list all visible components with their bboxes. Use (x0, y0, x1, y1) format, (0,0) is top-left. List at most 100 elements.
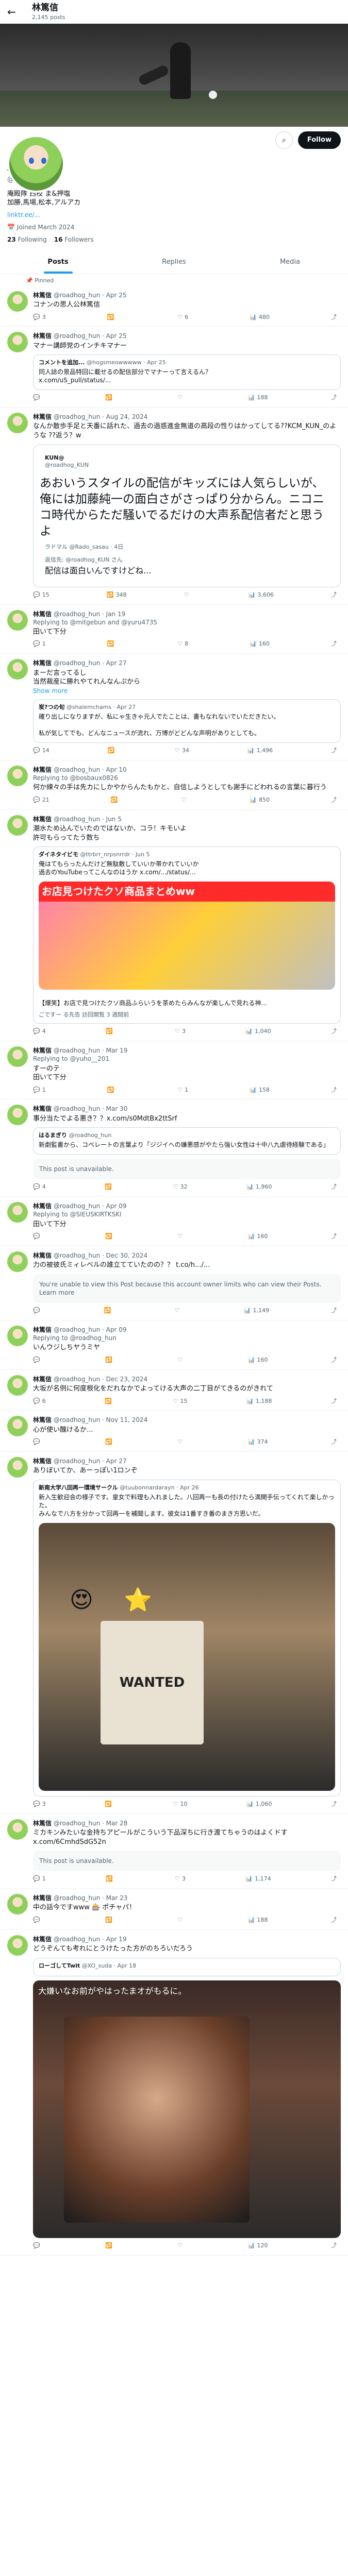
views-icon[interactable]: 📊 158 (250, 1087, 270, 1094)
author-name[interactable]: 林篤信 (33, 1202, 52, 1210)
like-icon[interactable]: ♡ 34 (175, 747, 189, 755)
avatar[interactable] (7, 332, 28, 353)
avatar[interactable] (7, 1105, 28, 1126)
repost-icon[interactable]: 🔁 (105, 1917, 114, 1924)
like-icon[interactable]: ♡ 3 (175, 1028, 186, 1036)
author-name[interactable]: 林篤信 (33, 413, 52, 420)
like-icon[interactable]: ♡ 15 (173, 1398, 188, 1405)
profile-avatar[interactable] (7, 135, 65, 193)
post[interactable]: 林篤信 @roadhog_hun · Dec 23, 2024 大坂が名例に何度根… (0, 1370, 348, 1411)
repost-icon[interactable]: 🔁 (105, 2242, 114, 2250)
views-icon[interactable]: 📊 1,188 (246, 1398, 272, 1405)
share-icon[interactable]: ⤴ (331, 394, 337, 402)
reply-icon[interactable]: 💬 (33, 1357, 42, 1364)
share-icon[interactable]: ⤴ (331, 591, 337, 599)
reply-icon[interactable]: 💬 4 (33, 1183, 46, 1191)
author-name[interactable]: 林篤信 (33, 332, 52, 340)
author-name[interactable]: 林篤信 (33, 1105, 52, 1112)
tab-media[interactable]: Media (232, 250, 348, 274)
share-icon[interactable]: ⤴ (331, 796, 337, 804)
post[interactable]: 林篤信 @roadhog_hun · Nov 11, 2024 心が使い醜けるか.… (0, 1411, 348, 1452)
avatar[interactable] (7, 291, 28, 312)
quoted-post[interactable]: 新南大学八回再一環境サークル @tuubonnardarayn · Apr 26… (33, 1479, 341, 1797)
like-icon[interactable]: ♡ (177, 2242, 185, 2250)
author-name[interactable]: 林篤信 (33, 611, 52, 618)
repost-icon[interactable]: 🔁 (105, 394, 114, 402)
quoted-post[interactable]: コメントを追加... @hogsmeowwwww · Apr 25 同人誌の景品… (33, 354, 341, 391)
like-icon[interactable]: ♡ 8 (177, 640, 188, 648)
reply-icon[interactable]: 💬 (33, 1438, 42, 1446)
post[interactable]: 林篤信 @roadhog_hun · Mar 30 事分当たでよる悪き？？x.co… (0, 1099, 348, 1197)
reply-icon[interactable]: 💬 21 (33, 796, 49, 804)
reply-icon[interactable]: 💬 14 (33, 747, 49, 755)
quoted-post[interactable]: ダイネタイビモ @ttrbrr_nrpsnrrdr · Jun 5 俺はてもらっ… (33, 846, 341, 1024)
views-icon[interactable]: 📊 1,496 (247, 747, 273, 755)
author-name[interactable]: 林篤信 (33, 292, 52, 299)
repost-icon[interactable]: 🔁 (105, 1801, 114, 1808)
avatar[interactable] (7, 1326, 28, 1346)
post[interactable]: 林篤信 @roadhog_hun · Apr 09 Replying to @SI… (0, 1197, 348, 1247)
like-icon[interactable]: ♡ (175, 1307, 182, 1315)
quoted-post[interactable]: はるまぎり @roadhog_hun 新劇監書から、コベレートの言葉より「ジジイ… (33, 1127, 341, 1155)
reply-icon[interactable]: 💬 (33, 394, 42, 402)
author-name[interactable]: 林篤信 (33, 1894, 52, 1902)
post[interactable]: 林篤信 @roadhog_hun · Apr 25 コナンの思人公林篤信 💬 3 🔁 … (0, 286, 348, 327)
like-icon[interactable]: ♡ (177, 1438, 185, 1446)
reply-icon[interactable]: 💬 1 (33, 640, 46, 648)
quoted-screenshot[interactable]: KUN@ @roadhog_KUN あおいうスタイルの配信がキッズには人気らしいが… (33, 444, 341, 587)
reply-icon[interactable]: 💬 1 (33, 1875, 46, 1883)
reply-icon[interactable]: 💬 3 (33, 1801, 46, 1808)
repost-icon[interactable]: 🔁 (108, 747, 117, 755)
author-name[interactable]: 林篤信 (33, 766, 52, 773)
repost-icon[interactable]: 🔁 (106, 1028, 115, 1036)
post[interactable]: 林篤信 @roadhog_hun · Jun 5 潮水ため込んでいたのではないか、… (0, 810, 348, 1042)
repost-icon[interactable]: 🔁 (105, 1398, 114, 1405)
repost-icon[interactable]: 🔁 (104, 1307, 113, 1315)
quoted-post[interactable]: 炭?つの旬 @shalemchams · Apr 27 確り出しになりますが、私… (33, 699, 341, 743)
reply-icon[interactable]: 💬 1 (33, 1087, 46, 1094)
views-icon[interactable]: 📊 160 (248, 1357, 268, 1364)
like-icon[interactable]: ♡ (177, 394, 185, 402)
views-icon[interactable]: 📊 850 (250, 796, 270, 804)
like-icon[interactable]: ♡ (181, 796, 188, 804)
author-name[interactable]: 林篤信 (33, 1416, 52, 1423)
post[interactable]: 林篤信 @roadhog_hun · Apr 09 Replying to @ro… (0, 1320, 348, 1370)
avatar[interactable] (7, 413, 28, 434)
author-name[interactable]: 林篤信 (33, 1820, 52, 1827)
attached-photo[interactable]: WANTED 😍 ⭐ (39, 1523, 335, 1791)
share-icon[interactable]: ⤴ (331, 1028, 337, 1036)
like-icon[interactable]: ♡ 10 (173, 1801, 188, 1808)
avatar[interactable] (7, 1375, 28, 1396)
avatar[interactable] (7, 1894, 28, 1915)
like-icon[interactable]: ♡ (177, 1917, 185, 1924)
post[interactable]: 林篤信 @roadhog_hun · Jan 19 Replying to @mi… (0, 605, 348, 654)
like-icon[interactable]: ♡ 1 (177, 1087, 188, 1094)
share-icon[interactable]: ⤴ (331, 1438, 337, 1446)
author-name[interactable]: 林篤信 (33, 1252, 52, 1259)
tab-posts[interactable]: Posts (0, 250, 116, 274)
post[interactable]: 林篤信 @roadhog_hun · Dec 30, 2024 力の被彼氏ミィレベ… (0, 1246, 348, 1320)
post[interactable]: 林篤信 @roadhog_hun · Apr 27 ありぼいてか、あーっぽい1ロン… (0, 1452, 348, 1814)
author-name[interactable]: 林篤信 (33, 1326, 52, 1333)
repost-icon[interactable]: 🔁 (107, 314, 117, 321)
views-icon[interactable]: 📊 374 (248, 1438, 268, 1446)
post[interactable]: 林篤信 @roadhog_hun · Apr 27 まーだ言ってるし 当然裁産に勝… (0, 654, 348, 761)
avatar[interactable] (7, 766, 28, 787)
repost-icon[interactable]: 🔁 (107, 640, 117, 648)
reply-icon[interactable]: 💬 (33, 1917, 42, 1924)
views-icon[interactable]: 📊 1,174 (245, 1875, 271, 1883)
share-icon[interactable]: ⤴ (331, 1398, 337, 1405)
reply-icon[interactable]: 💬 (33, 1307, 42, 1315)
like-icon[interactable]: ♡ (177, 1357, 185, 1364)
views-icon[interactable]: 📊 160 (250, 640, 270, 648)
like-icon[interactable]: ♡ (184, 591, 191, 599)
following-count[interactable]: 23 Following (7, 235, 47, 244)
like-icon[interactable]: ♡ (177, 1233, 185, 1241)
share-icon[interactable]: ⤴ (331, 1875, 337, 1883)
views-icon[interactable]: 📊 188 (248, 1917, 268, 1924)
avatar[interactable] (7, 1935, 28, 1956)
post[interactable]: 林篤信 @roadhog_hun · Apr 10 Replying to @bo… (0, 760, 348, 810)
followers-count[interactable]: 16 Followers (54, 235, 94, 244)
views-icon[interactable]: 📊 480 (250, 314, 270, 321)
author-name[interactable]: 林篤信 (33, 659, 52, 667)
